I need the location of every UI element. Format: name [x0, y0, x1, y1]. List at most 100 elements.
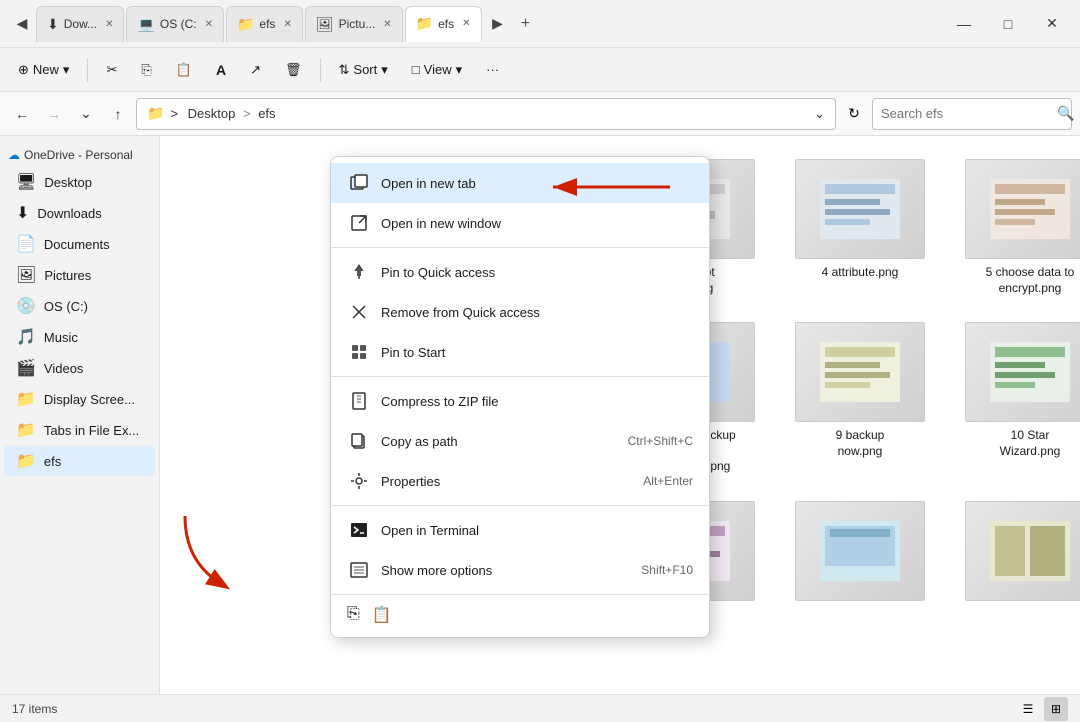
grid-view-btn[interactable]: ⊞: [1044, 697, 1068, 721]
view-button[interactable]: □ View ▾: [402, 57, 472, 83]
ctx-properties[interactable]: Properties Alt+Enter: [331, 461, 709, 501]
file-item-4[interactable]: 4 attribute.png: [785, 151, 935, 304]
ctx-open-new-window-label: Open in new window: [381, 216, 693, 231]
sort-button[interactable]: ⇅ Sort ▾: [329, 57, 398, 83]
sidebar-item-tabs[interactable]: 📁 Tabs in File Ex...: [4, 415, 155, 445]
breadcrumb: > Desktop > efs: [170, 106, 275, 121]
ctx-copy-path-shortcut: Ctrl+Shift+C: [628, 434, 693, 448]
sidebar-item-display[interactable]: 📁 Display Scree...: [4, 384, 155, 414]
sidebar-item-downloads[interactable]: ⬇ Downloads: [4, 198, 155, 228]
tab-efs2[interactable]: 📁 efs ✕: [405, 6, 482, 42]
sidebar: ☁ OneDrive - Personal 🖥 Desktop ⬇ Downlo…: [0, 136, 160, 694]
share-button[interactable]: ↗: [240, 57, 271, 83]
search-input[interactable]: [881, 106, 1057, 121]
window-controls: — □ ✕: [944, 8, 1072, 40]
ctx-copy-path[interactable]: Copy as path Ctrl+Shift+C: [331, 421, 709, 461]
ctx-open-new-window[interactable]: Open in new window: [331, 203, 709, 243]
more-button[interactable]: ···: [476, 57, 509, 82]
sidebar-item-documents[interactable]: 📄 Documents: [4, 229, 155, 259]
tab-os-close[interactable]: ✕: [205, 19, 213, 30]
ctx-properties-label: Properties: [381, 474, 643, 489]
tab-pictures[interactable]: 🖼 Pictu... ✕: [305, 6, 403, 42]
delete-icon: 🗑: [285, 62, 302, 78]
new-icon: ⊕: [18, 62, 29, 78]
ctx-compress-zip[interactable]: Compress to ZIP file: [331, 381, 709, 421]
file-item-5[interactable]: 5 choose data to encrypt.png: [955, 151, 1080, 304]
ctx-copy-path-icon: [347, 429, 371, 453]
tab-back-btn[interactable]: ◀: [8, 10, 36, 38]
tab-efs1[interactable]: 📁 efs ✕: [226, 6, 303, 42]
file-item-13[interactable]: [955, 493, 1080, 615]
ctx-pin-quick-label: Pin to Quick access: [381, 265, 693, 280]
tab-forward-btn[interactable]: ▶: [484, 10, 512, 38]
delete-button[interactable]: 🗑: [275, 57, 312, 83]
file-item-9[interactable]: 9 backup now.png: [785, 314, 935, 483]
search-box[interactable]: 🔍: [872, 98, 1072, 130]
sidebar-pictures-label: Pictures: [44, 268, 91, 283]
address-box[interactable]: 📁 > Desktop > efs ⌄: [136, 98, 836, 130]
ctx-show-more[interactable]: Show more options Shift+F10: [331, 550, 709, 590]
ctx-show-more-label: Show more options: [381, 563, 641, 578]
forward-btn[interactable]: →: [40, 100, 68, 128]
sidebar-item-desktop[interactable]: 🖥 Desktop: [4, 167, 155, 197]
paste-icon: 📋: [176, 62, 192, 78]
sidebar-item-pictures[interactable]: 🖼 Pictures: [4, 260, 155, 290]
file-thumb-10: [965, 322, 1080, 422]
toolbar-sep-2: [320, 58, 321, 82]
sidebar-item-efs[interactable]: 📁 efs: [4, 446, 155, 476]
search-icon: 🔍: [1057, 105, 1074, 122]
ctx-open-new-tab[interactable]: Open in new tab: [331, 163, 709, 203]
maximize-btn[interactable]: □: [988, 8, 1028, 40]
cut-button[interactable]: ✂: [96, 57, 127, 83]
path-dropdown-icon[interactable]: ⌄: [814, 106, 825, 122]
thumb-inner-13: [966, 502, 1080, 600]
ctx-sep-3: [331, 505, 709, 506]
documents-icon: 📄: [16, 234, 36, 254]
ctx-pin-start[interactable]: Pin to Start: [331, 332, 709, 372]
ctx-pin-quick[interactable]: Pin to Quick access: [331, 252, 709, 292]
rename-button[interactable]: A: [206, 57, 236, 83]
file-thumb-4: [795, 159, 925, 259]
sidebar-documents-label: Documents: [44, 237, 110, 252]
cut-icon: ✂: [106, 62, 117, 78]
new-button[interactable]: ⊕ New ▾: [8, 57, 79, 83]
tab-os[interactable]: 💻 OS (C: ✕: [126, 6, 224, 42]
minimize-btn[interactable]: —: [944, 8, 984, 40]
toolbar-sep-1: [87, 58, 88, 82]
tab-os-icon: 💻: [137, 16, 154, 33]
file-item-12[interactable]: [785, 493, 935, 615]
sort-dropdown-icon: ▾: [381, 62, 388, 78]
tab-pictures-close[interactable]: ✕: [383, 19, 391, 30]
tab-efs1-close[interactable]: ✕: [283, 19, 291, 30]
tab-efs2-close[interactable]: ✕: [462, 18, 470, 29]
sidebar-item-videos[interactable]: 🎬 Videos: [4, 353, 155, 383]
sidebar-onedrive[interactable]: ☁ OneDrive - Personal: [0, 144, 159, 166]
ctx-remove-quick[interactable]: Remove from Quick access: [331, 292, 709, 332]
sidebar-item-music[interactable]: 🎵 Music: [4, 322, 155, 352]
ctx-compress-zip-icon: [347, 389, 371, 413]
back-btn[interactable]: ←: [8, 100, 36, 128]
sidebar-item-os[interactable]: 💿 OS (C:): [4, 291, 155, 321]
ctx-paste-bottom-icon[interactable]: 📋: [372, 605, 392, 625]
history-btn[interactable]: ⌄: [72, 100, 100, 128]
sidebar-videos-label: Videos: [44, 361, 84, 376]
statusbar-view-controls: ☰ ⊞: [1016, 697, 1068, 721]
close-btn[interactable]: ✕: [1032, 8, 1072, 40]
address-folder-icon: 📁: [147, 105, 164, 122]
ctx-sep-2: [331, 376, 709, 377]
ctx-copy-bottom-icon[interactable]: ⎘: [347, 605, 360, 625]
ctx-bottom-icons: ⎘ 📋: [331, 599, 709, 631]
tab-downloads[interactable]: ⬇ Dow... ✕: [36, 6, 124, 42]
tab-downloads-close[interactable]: ✕: [105, 19, 113, 30]
list-view-btn[interactable]: ☰: [1016, 697, 1040, 721]
file-item-10[interactable]: 10 Star Wizard.png: [955, 314, 1080, 483]
tab-pictures-label: Pictu...: [339, 17, 376, 31]
up-btn[interactable]: ↑: [104, 100, 132, 128]
sidebar-music-label: Music: [44, 330, 78, 345]
tab-add-btn[interactable]: +: [512, 10, 540, 38]
ctx-open-terminal[interactable]: Open in Terminal: [331, 510, 709, 550]
refresh-btn[interactable]: ↻: [840, 100, 868, 128]
copy-button[interactable]: ⎘: [131, 57, 161, 83]
content-area: 3 encrypt data.png 4 attribute.png 5 cho…: [160, 136, 1080, 694]
paste-button[interactable]: 📋: [166, 57, 202, 83]
